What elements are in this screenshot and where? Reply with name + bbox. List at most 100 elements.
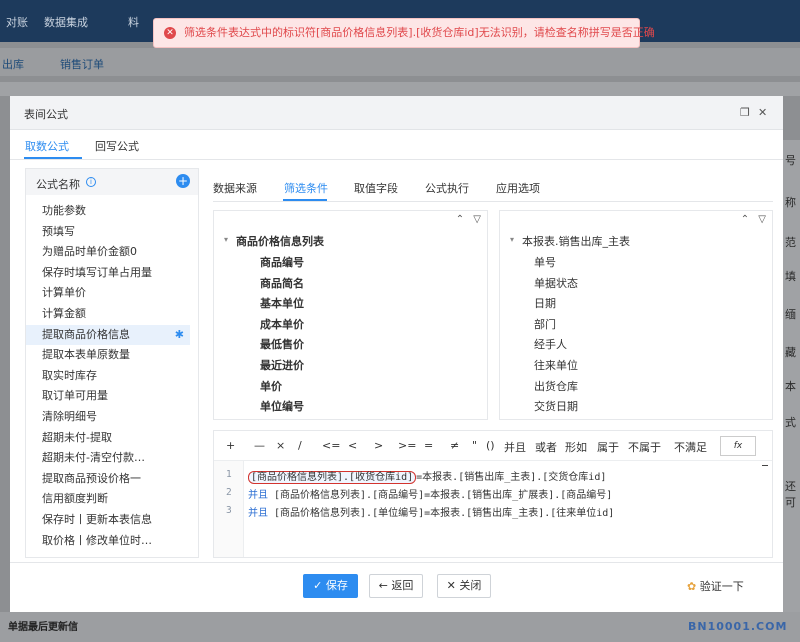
operator-button[interactable]: — <box>254 439 265 452</box>
operator-button[interactable]: ≠ <box>450 439 459 452</box>
formula-list-item[interactable]: 为赠品时单价金额0 <box>26 242 198 263</box>
tree-item[interactable]: 单位编号 <box>260 397 304 418</box>
formula-list-item[interactable]: 信用额度判断 <box>26 489 198 510</box>
code-area[interactable]: 1 2 3 [商品价格信息列表].[收货仓库id] =本报表.[销售出库_主表].… <box>214 461 772 557</box>
tab-writeback-formula[interactable]: 回写公式 <box>95 138 139 154</box>
tree-item[interactable]: 交货日期 <box>534 397 578 418</box>
tree-item[interactable]: 单价 <box>260 377 304 398</box>
operator-button[interactable]: 不满足 <box>674 439 707 455</box>
bg-tab[interactable]: 出库 <box>2 56 24 72</box>
formula-item-label: 计算金额 <box>42 306 86 320</box>
operator-button[interactable]: + <box>226 439 235 452</box>
operator-button[interactable]: 属于 <box>597 439 619 455</box>
chevron-down-icon[interactable]: ▾ <box>224 235 228 244</box>
expression-editor: fx + — × / <= < > >= = ≠ " () 并且 或者 形如 属于 不属于 不满足 1 2 3 [… <box>213 430 773 558</box>
operator-bar: fx + — × / <= < > >= = ≠ " () 并且 或者 形如 属于 不属于 不满足 <box>214 431 772 461</box>
operator-button[interactable]: × <box>276 439 285 452</box>
save-button[interactable]: ✓ 保存 <box>303 574 358 598</box>
formula-list-item[interactable]: 清除明细号 <box>26 407 198 428</box>
dialog-title: 表间公式 <box>24 108 68 121</box>
formula-list-item[interactable]: 提取本表单原数量 <box>26 345 198 366</box>
formula-list: 功能参数 预填写 为赠品时单价金额0 保存时填写订单占用量 计算单价计算金额提取商品价格… <box>26 195 198 551</box>
formula-list-item[interactable]: 取实时库存 <box>26 366 198 387</box>
operator-button[interactable]: 并且 <box>504 439 526 455</box>
formula-list-item[interactable]: 超期未付-清空付款… <box>26 448 198 469</box>
formula-list-item[interactable]: 超期未付-提取 <box>26 428 198 449</box>
operator-button[interactable]: < <box>348 439 357 452</box>
nav-item[interactable]: 料 <box>128 14 139 30</box>
nav-item[interactable]: 对账 <box>6 14 28 30</box>
operator-button[interactable]: <= <box>322 439 340 452</box>
formula-list-item[interactable]: 提取商品价格信息 ✱ <box>26 324 190 346</box>
tree-item[interactable]: 出货仓库 <box>534 377 578 398</box>
close-icon[interactable]: ✕ <box>758 107 769 118</box>
tab-apply-options[interactable]: 应用选项 <box>496 180 540 196</box>
formula-list-item[interactable]: 取价格丨修改单位时… <box>26 531 198 552</box>
operator-button[interactable]: 形如 <box>565 439 587 455</box>
tree-item[interactable]: 商品编号 <box>260 253 304 274</box>
tab-formula-execution[interactable]: 公式执行 <box>425 180 469 196</box>
tree-item[interactable]: 往来单位 <box>534 356 578 377</box>
formula-list-item[interactable]: 取订单可用量 <box>26 386 198 407</box>
scroll-indicator <box>762 465 768 466</box>
code-text: [商品价格信息列表].[商品编号]=本报表.[销售出库_扩展表].[商品编号] <box>268 490 613 501</box>
formula-item-label: 保存时丨更新本表信息 <box>42 512 152 526</box>
bg-char: 式 <box>785 416 796 429</box>
formula-list-item[interactable]: 预填写 <box>26 222 198 243</box>
tree-item[interactable]: 成本单价 <box>260 315 304 336</box>
formula-list-item[interactable]: 保存时填写订单占用量 <box>26 263 198 284</box>
tree-root-price-list[interactable]: 商品价格信息列表 <box>236 233 324 249</box>
bg-tab-sales-order[interactable]: 销售订单 <box>60 56 104 72</box>
operator-button[interactable]: / <box>298 439 302 452</box>
operator-button[interactable]: 或者 <box>535 439 557 455</box>
tree-item[interactable]: 单号 <box>534 253 578 274</box>
operator-button[interactable]: >= <box>398 439 416 452</box>
formula-list-item[interactable]: 功能参数 <box>26 201 198 222</box>
tab-data-source[interactable]: 数据来源 <box>213 180 257 196</box>
formula-list-item[interactable]: 计算单价 <box>26 283 198 304</box>
tab-value-fields[interactable]: 取值字段 <box>354 180 398 196</box>
add-formula-icon[interactable]: + <box>176 174 190 188</box>
tab-filter-condition[interactable]: 筛选条件 <box>284 180 328 196</box>
operator-button[interactable]: () <box>486 439 495 452</box>
formula-list-title: 公式名称 <box>36 178 80 191</box>
info-icon[interactable]: i <box>86 177 96 187</box>
tree-item[interactable]: 基本单位 <box>260 294 304 315</box>
tree-item[interactable]: 商品简名 <box>260 274 304 295</box>
close-button[interactable]: ✕ 关闭 <box>437 574 491 598</box>
gear-icon[interactable]: ✱ <box>175 325 184 346</box>
collapse-icon[interactable]: ⌃ <box>456 214 464 225</box>
tree-item[interactable]: 最低售价 <box>260 335 304 356</box>
filter-icon[interactable]: ▽ <box>473 214 481 225</box>
tree-item[interactable]: 日期 <box>534 294 578 315</box>
formula-list-item[interactable]: 计算金额 <box>26 304 198 325</box>
tree-root-sales-outbound[interactable]: 本报表.销售出库_主表 <box>522 233 630 249</box>
operator-button[interactable]: > <box>374 439 383 452</box>
operator-button[interactable]: " <box>472 439 477 452</box>
background-bottom-bar: 单据最后更新信 <box>0 612 800 642</box>
nav-item-data-integration[interactable]: 数据集成 <box>44 14 88 30</box>
code-line: 并且 [商品价格信息列表].[商品编号]=本报表.[销售出库_扩展表].[商品编… <box>248 486 612 501</box>
operator-button[interactable]: = <box>424 439 433 452</box>
formula-list-item[interactable]: 提取商品预设价格一 <box>26 469 198 490</box>
tree-item[interactable]: 最近进价 <box>260 356 304 377</box>
toast-close-icon[interactable]: × <box>622 19 631 47</box>
verify-link[interactable]: ✿ 验证一下 <box>687 578 744 594</box>
maximize-icon[interactable]: ❐ <box>740 107 751 118</box>
collapse-icon[interactable]: ⌃ <box>741 214 749 225</box>
operator-button[interactable]: 不属于 <box>628 439 661 455</box>
active-tab-indicator <box>283 199 327 201</box>
tree-item[interactable]: 经手人 <box>534 335 578 356</box>
filter-icon[interactable]: ▽ <box>758 214 766 225</box>
chevron-down-icon[interactable]: ▾ <box>510 235 514 244</box>
tab-fetch-formula[interactable]: 取数公式 <box>25 138 69 154</box>
back-button[interactable]: ← 返回 <box>369 574 423 598</box>
condition-tabs: 数据来源 筛选条件 取值字段 公式执行 应用选项 <box>213 176 773 202</box>
formula-list-item[interactable]: 保存时丨更新本表信息 <box>26 510 198 531</box>
watermark: BN10001.COM <box>688 620 788 633</box>
formula-item-label: 超期未付-提取 <box>42 430 112 444</box>
tree-item[interactable]: 单据状态 <box>534 274 578 295</box>
tree-item[interactable]: 部门 <box>534 315 578 336</box>
formula-dialog: 表间公式 ❐ ✕ 取数公式 回写公式 公式名称 i + 功能参数 预填写 为赠品时单… <box>10 96 783 612</box>
function-button[interactable]: fx <box>720 436 756 456</box>
